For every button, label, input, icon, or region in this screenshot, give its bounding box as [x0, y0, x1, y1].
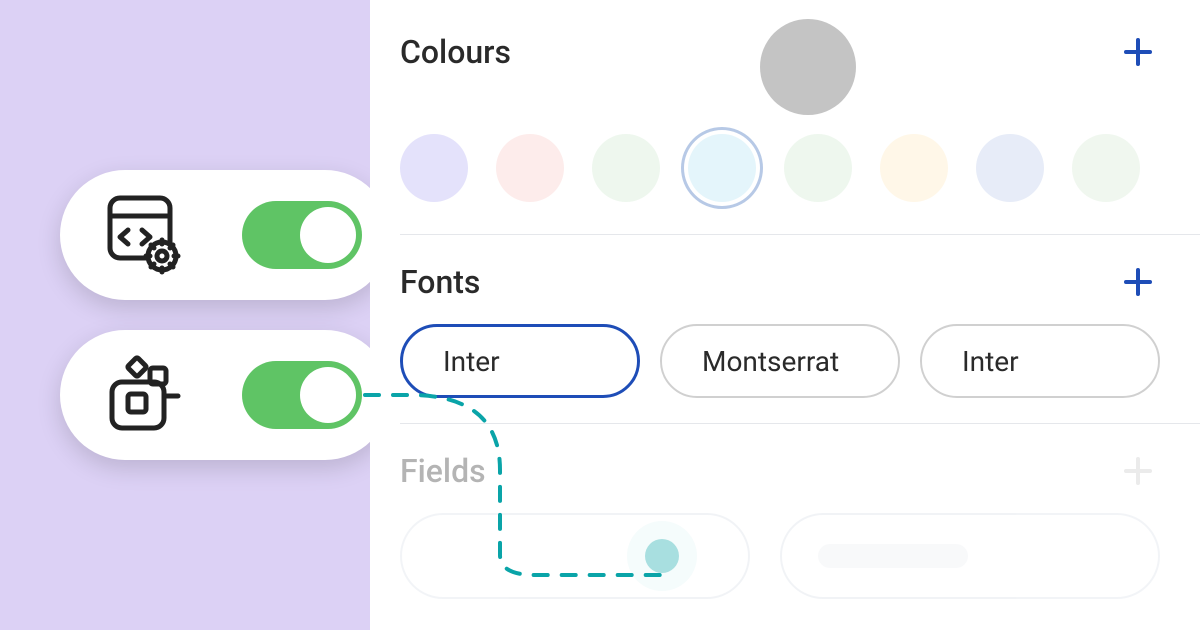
- add-font-button[interactable]: [1116, 260, 1160, 304]
- fields-section: Fields: [400, 424, 1200, 624]
- components-toggle[interactable]: [242, 361, 362, 429]
- colour-swatch[interactable]: [784, 134, 852, 202]
- field-placeholder: [818, 544, 968, 568]
- colour-swatch[interactable]: [1072, 134, 1140, 202]
- font-chip[interactable]: Inter: [400, 324, 640, 398]
- colour-swatch[interactable]: [688, 134, 756, 202]
- active-colour-swatch[interactable]: [760, 19, 856, 115]
- settings-panel: Colours Fonts Inter Montserrat Inter Field…: [370, 0, 1200, 630]
- colour-swatch[interactable]: [592, 134, 660, 202]
- fields-row: [400, 513, 1160, 599]
- cursor-indicator-icon: [645, 539, 679, 573]
- code-settings-card: [60, 170, 390, 300]
- components-card: [60, 330, 390, 460]
- add-field-button[interactable]: [1116, 449, 1160, 493]
- add-colour-button[interactable]: [1116, 30, 1160, 74]
- font-chip[interactable]: Montserrat: [660, 324, 900, 398]
- plus-icon: [1122, 455, 1154, 487]
- colour-swatch[interactable]: [400, 134, 468, 202]
- fonts-title: Fonts: [400, 263, 480, 301]
- components-icon: [100, 350, 190, 440]
- field-pill[interactable]: [780, 513, 1160, 599]
- colour-swatch[interactable]: [496, 134, 564, 202]
- fields-title: Fields: [400, 452, 486, 490]
- plus-icon: [1122, 266, 1154, 298]
- fonts-section: Fonts Inter Montserrat Inter: [400, 235, 1200, 424]
- colours-section: Colours: [400, 0, 1200, 235]
- font-chip[interactable]: Inter: [920, 324, 1160, 398]
- plus-icon: [1122, 36, 1154, 68]
- colours-title: Colours: [400, 33, 511, 71]
- colour-swatch[interactable]: [976, 134, 1044, 202]
- sidebar-panel: [0, 0, 370, 630]
- colour-swatch-row: [400, 134, 1140, 202]
- colour-swatch[interactable]: [880, 134, 948, 202]
- code-settings-toggle[interactable]: [242, 201, 362, 269]
- field-pill[interactable]: [400, 513, 750, 599]
- code-settings-icon: [100, 190, 190, 280]
- font-chip-row: Inter Montserrat Inter: [400, 324, 1160, 398]
